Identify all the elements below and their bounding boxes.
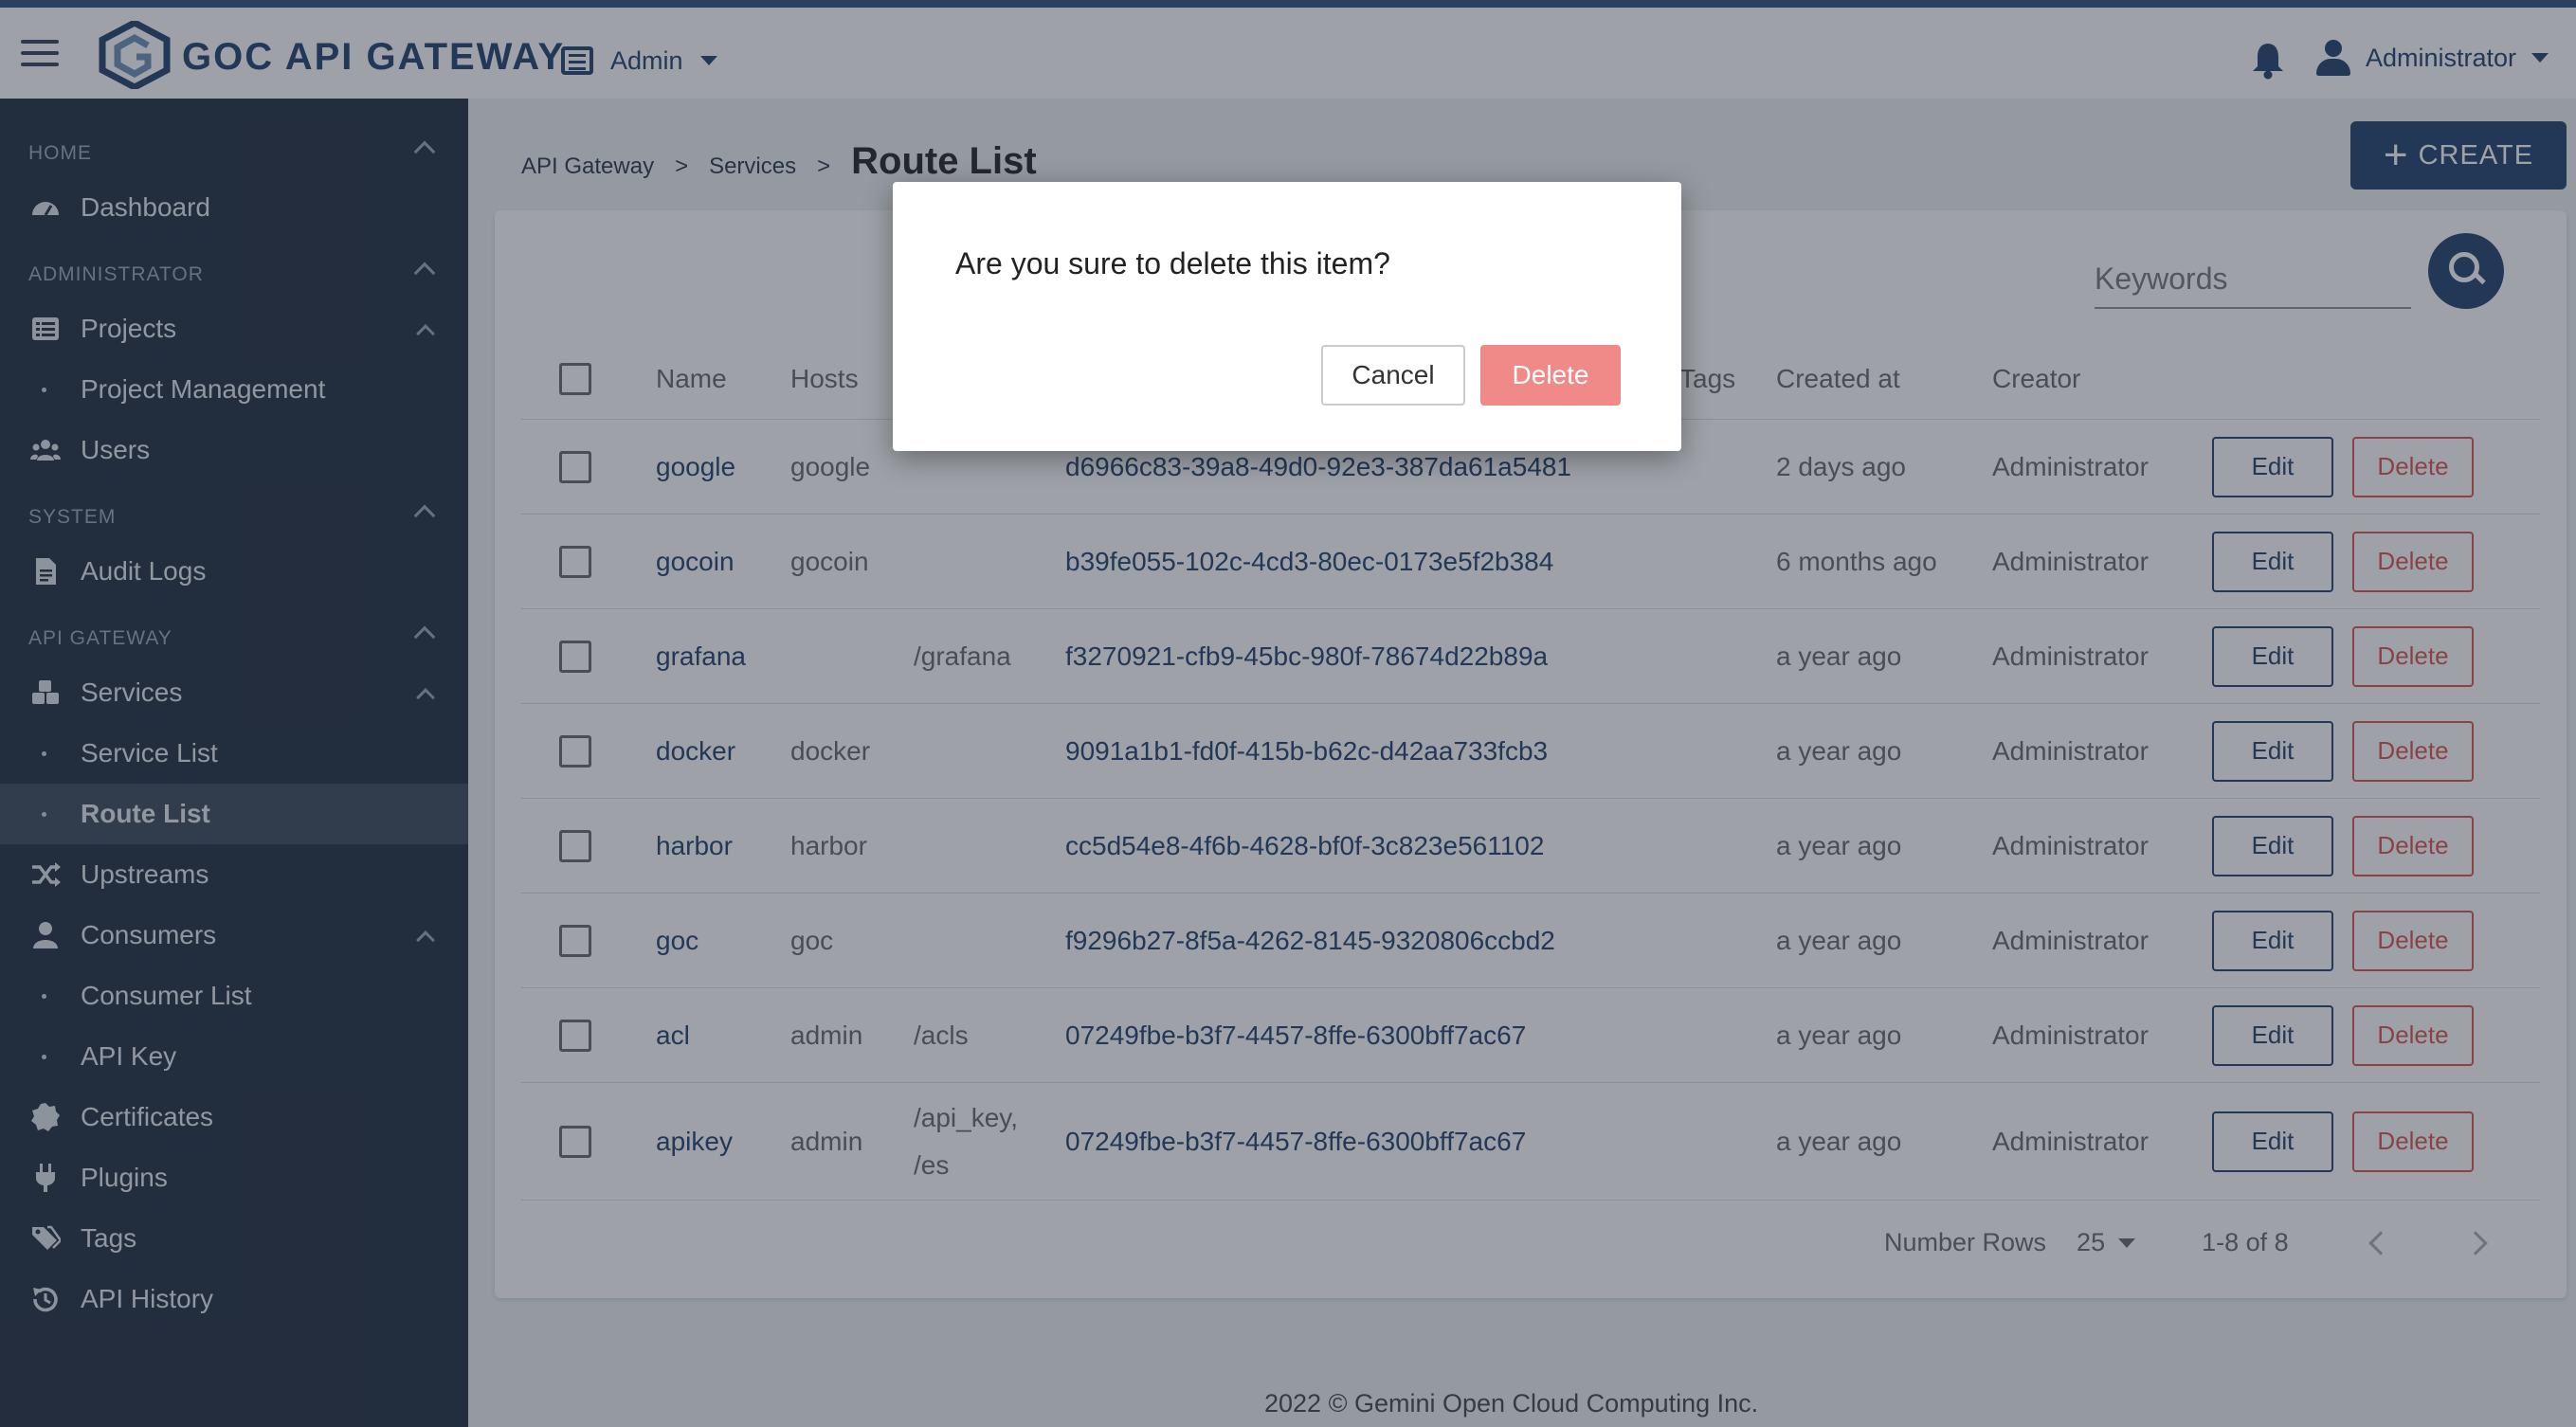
dialog-message: Are you sure to delete this item? [955,246,1390,280]
confirm-delete-dialog: Are you sure to delete this item? Cancel… [893,182,1681,451]
cancel-button[interactable]: Cancel [1321,345,1465,406]
confirm-delete-button[interactable]: Delete [1480,345,1621,406]
